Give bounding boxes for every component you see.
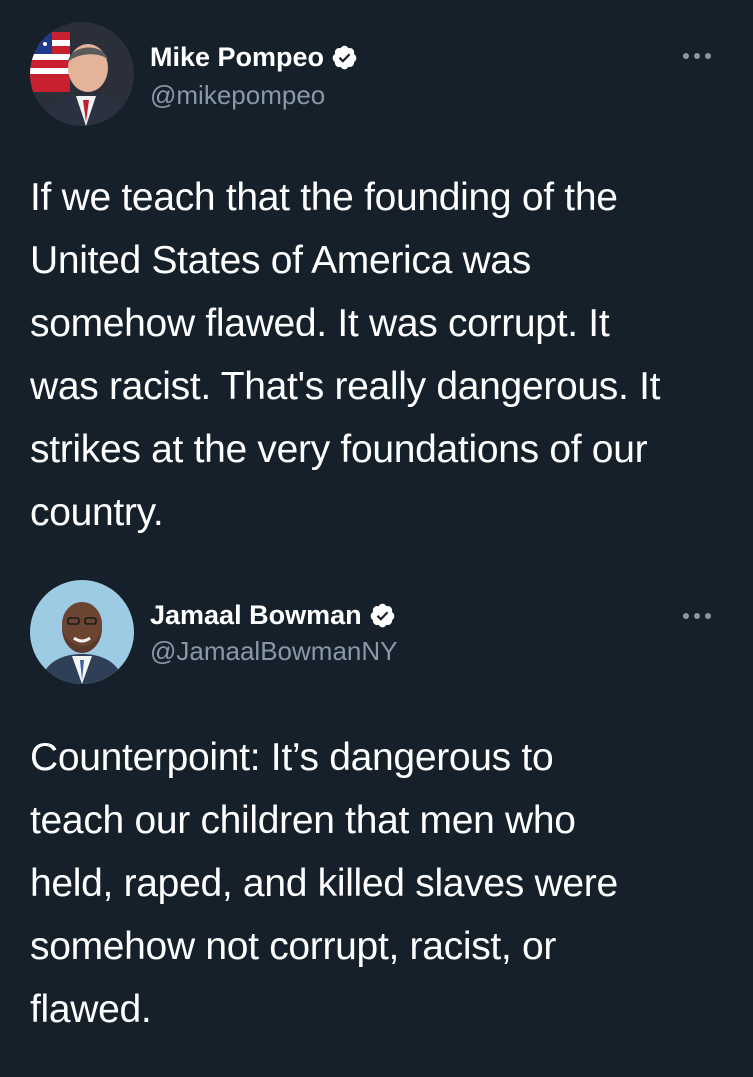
author-row: Jamaal Bowman (150, 598, 396, 632)
avatar[interactable] (30, 580, 134, 684)
verified-badge-icon (331, 44, 358, 71)
tweet[interactable]: Jamaal Bowman @JamaalBowmanNY Counterpoi… (0, 560, 753, 1077)
profile-photo-icon (30, 580, 134, 684)
avatar[interactable] (30, 22, 134, 126)
tweet-text: Counterpoint: It’s dangerous to teach ou… (30, 736, 618, 1031)
more-options-button[interactable] (679, 604, 715, 628)
handle[interactable]: @JamaalBowmanNY (150, 634, 397, 668)
tweet-text: If we teach that the founding of the Uni… (30, 176, 661, 534)
verified-badge-icon (369, 602, 396, 629)
more-options-icon (683, 613, 711, 619)
display-name[interactable]: Mike Pompeo (150, 40, 324, 74)
more-options-button[interactable] (679, 44, 715, 68)
tweet[interactable]: Mike Pompeo @mikepompeo If we teach that… (0, 0, 753, 560)
more-options-icon (683, 53, 711, 59)
profile-photo-icon (30, 22, 134, 126)
display-name[interactable]: Jamaal Bowman (150, 598, 362, 632)
handle[interactable]: @mikepompeo (150, 78, 325, 112)
author-row: Mike Pompeo (150, 40, 358, 74)
